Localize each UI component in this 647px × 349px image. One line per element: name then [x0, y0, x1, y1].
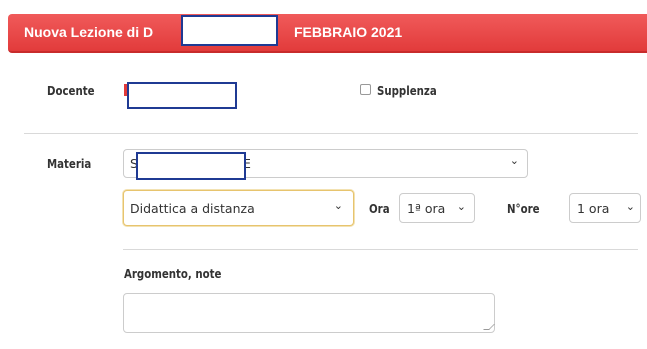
argomento-textarea[interactable] [123, 293, 495, 333]
header-title-date: FEBBRAIO 2021 [294, 24, 403, 40]
tipo-lezione-value: Didattica a distanza [130, 201, 255, 216]
nore-label: N°ore [507, 202, 540, 216]
chevron-down-icon: ⌄ [625, 200, 635, 213]
redacted-docente-name [127, 82, 237, 109]
ora-value: 1ª ora [407, 201, 446, 216]
materia-label: Materia [47, 157, 92, 171]
supplenza-label[interactable]: Supplenza [377, 84, 437, 98]
resize-grip-icon[interactable] [483, 324, 495, 330]
chevron-down-icon: ⌄ [333, 199, 343, 212]
separator [123, 249, 638, 250]
tipo-lezione-select[interactable]: Didattica a distanza ⌄ [123, 190, 354, 226]
separator [24, 133, 638, 134]
supplenza-checkbox[interactable] [360, 84, 371, 95]
redacted-block [181, 15, 278, 46]
nore-value: 1 ora [577, 201, 610, 216]
nore-select[interactable]: 1 ora ⌄ [569, 193, 641, 223]
header-title: Nuova Lezione di D [24, 24, 154, 40]
lesson-header-bar: Nuova Lezione di D FEBBRAIO 2021 [8, 14, 647, 53]
chevron-down-icon: ⌄ [509, 154, 519, 167]
docente-label: Docente [47, 84, 95, 98]
ora-label: Ora [369, 202, 390, 216]
chevron-down-icon: ⌄ [456, 200, 466, 213]
redacted-materia-value [136, 152, 246, 180]
argomento-label: Argomento, note [124, 267, 222, 281]
ora-select[interactable]: 1ª ora ⌄ [399, 193, 475, 223]
